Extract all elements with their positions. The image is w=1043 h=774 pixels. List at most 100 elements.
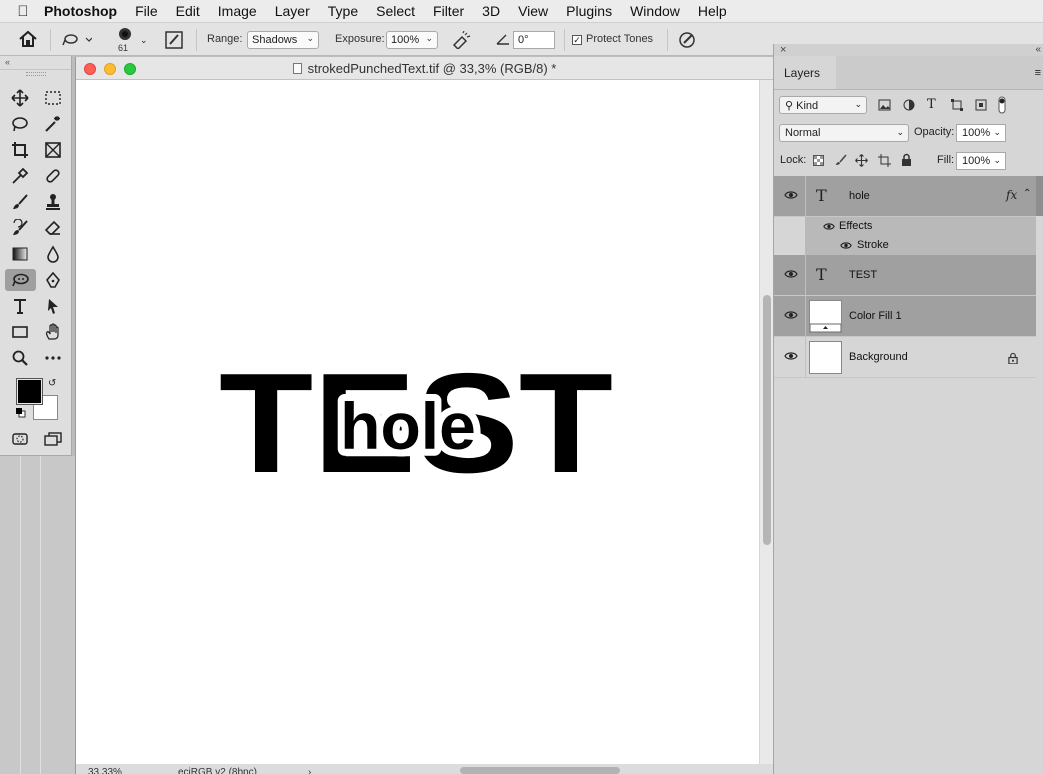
layer-name[interactable]: Color Fill 1	[849, 310, 902, 322]
layer-name[interactable]: Background	[849, 351, 908, 363]
exposure-input[interactable]: 100% ⌄	[386, 31, 438, 49]
opacity-input[interactable]: 100% ⌄	[956, 124, 1006, 142]
filter-shape-icon[interactable]	[951, 99, 963, 114]
filter-smart-object-icon[interactable]	[975, 99, 987, 114]
airbrush-icon[interactable]	[452, 30, 472, 52]
angle-input[interactable]: 0°	[513, 31, 555, 49]
marquee-tool-icon[interactable]	[40, 87, 66, 109]
move-tool-icon[interactable]	[7, 87, 33, 109]
collapse-dock-icon[interactable]: «	[1035, 44, 1041, 55]
filter-adjustment-icon[interactable]	[903, 99, 915, 114]
menu-file[interactable]: File	[126, 3, 167, 19]
fill-input[interactable]: 100% ⌄	[956, 152, 1006, 170]
stroke-visibility-eye-icon[interactable]	[840, 241, 852, 250]
type-tool-icon[interactable]	[7, 295, 33, 317]
panel-menu-icon[interactable]: ≡	[1035, 67, 1041, 79]
visibility-eye-icon[interactable]	[784, 190, 798, 200]
sponge-tool-icon[interactable]	[5, 269, 36, 291]
menu-select[interactable]: Select	[367, 3, 424, 19]
brush-picker-chevron-icon[interactable]: ⌄	[140, 35, 148, 46]
menu-edit[interactable]: Edit	[167, 3, 209, 19]
menu-type[interactable]: Type	[319, 3, 367, 19]
pen-tool-icon[interactable]	[40, 269, 66, 291]
lock-all-icon[interactable]	[901, 153, 912, 169]
visibility-eye-icon[interactable]	[784, 269, 798, 279]
menu-filter[interactable]: Filter	[424, 3, 473, 19]
menu-plugins[interactable]: Plugins	[557, 3, 621, 19]
filter-type-icon[interactable]: T	[927, 97, 936, 112]
zoom-tool-icon[interactable]	[7, 347, 33, 369]
zoom-level[interactable]: 33,33%	[88, 764, 122, 774]
default-colors-icon[interactable]	[16, 408, 26, 418]
protect-tones-checkbox[interactable]: ✓	[572, 35, 582, 45]
apple-menu-icon[interactable]: 	[0, 3, 36, 20]
eyedropper-tool-icon[interactable]	[7, 165, 33, 187]
hand-tool-icon[interactable]	[40, 321, 66, 343]
lock-image-pixels-icon[interactable]	[835, 154, 847, 169]
layer-row-test[interactable]: T TEST	[774, 255, 1036, 296]
minimize-window-icon[interactable]	[104, 63, 116, 75]
gradient-tool-icon[interactable]	[7, 243, 33, 265]
lock-artboard-icon[interactable]	[878, 154, 891, 170]
layer-row-background[interactable]: Background	[774, 337, 1036, 378]
menu-image[interactable]: Image	[209, 3, 266, 19]
brush-tool-icon[interactable]	[7, 191, 33, 213]
healing-brush-tool-icon[interactable]	[40, 165, 66, 187]
filter-pixel-icon[interactable]	[878, 99, 891, 114]
rectangle-tool-icon[interactable]	[7, 321, 33, 343]
stroke-effect-row[interactable]: Stroke	[805, 236, 1036, 255]
more-tools-icon[interactable]	[40, 347, 66, 369]
swap-colors-icon[interactable]: ↺	[48, 378, 56, 389]
collapse-panel-icon[interactable]: «	[0, 56, 71, 70]
lasso-tool-icon[interactable]	[7, 113, 33, 135]
layer-row-hole[interactable]: T hole fx ⌃	[774, 176, 1036, 217]
menu-layer[interactable]: Layer	[266, 3, 319, 19]
close-panel-icon[interactable]: ×	[780, 44, 786, 56]
quick-mask-icon[interactable]	[7, 428, 33, 450]
maximize-window-icon[interactable]	[124, 63, 136, 75]
menu-window[interactable]: Window	[621, 3, 689, 19]
path-selection-tool-icon[interactable]	[40, 295, 66, 317]
effects-visibility-eye-icon[interactable]	[823, 222, 835, 231]
history-brush-tool-icon[interactable]	[7, 217, 33, 239]
lock-transparent-pixels-icon[interactable]	[813, 155, 824, 169]
layers-scrollbar[interactable]	[1036, 176, 1043, 216]
panel-grip[interactable]	[26, 72, 46, 76]
pressure-size-icon[interactable]	[678, 31, 696, 52]
layer-effects-badge[interactable]: fx	[1006, 188, 1017, 202]
tool-preset-picker-icon[interactable]	[62, 32, 93, 51]
home-icon[interactable]	[18, 30, 38, 51]
status-bar-arrow-icon[interactable]: ›	[308, 764, 311, 774]
filter-toggle-icon[interactable]	[998, 96, 1006, 117]
layer-lock-icon[interactable]	[1008, 352, 1018, 364]
effects-row[interactable]: Effects	[805, 217, 1036, 236]
menu-view[interactable]: View	[509, 3, 557, 19]
collapse-effects-icon[interactable]: ⌃	[1023, 188, 1031, 199]
clone-stamp-tool-icon[interactable]	[40, 191, 66, 213]
eraser-tool-icon[interactable]	[40, 217, 66, 239]
layer-name[interactable]: hole	[849, 190, 870, 202]
vertical-scrollbar-thumb[interactable]	[763, 295, 771, 545]
horizontal-scrollbar-thumb[interactable]	[460, 767, 620, 774]
lock-position-icon[interactable]	[855, 154, 868, 170]
close-window-icon[interactable]	[84, 63, 96, 75]
foreground-color-swatch[interactable]	[16, 378, 43, 405]
menu-help[interactable]: Help	[689, 3, 736, 19]
vertical-scrollbar[interactable]	[759, 80, 773, 764]
layer-row-color-fill[interactable]: Color Fill 1	[774, 296, 1036, 337]
tab-layers[interactable]: Layers	[774, 56, 836, 89]
layer-name[interactable]: TEST	[849, 269, 877, 281]
visibility-eye-icon[interactable]	[784, 310, 798, 320]
frame-tool-icon[interactable]	[40, 139, 66, 161]
magic-wand-tool-icon[interactable]	[40, 113, 66, 135]
filter-kind-select[interactable]: ⚲ Kind ⌄	[779, 96, 867, 114]
document-title-bar[interactable]: strokedPunchedText.tif @ 33,3% (RGB/8) *	[76, 57, 773, 80]
brush-settings-icon[interactable]	[165, 31, 183, 52]
blur-tool-icon[interactable]	[40, 243, 66, 265]
crop-tool-icon[interactable]	[7, 139, 33, 161]
range-select[interactable]: Shadows ⌄	[247, 31, 319, 49]
visibility-eye-icon[interactable]	[784, 351, 798, 361]
color-profile-info[interactable]: eciRGB v2 (8bpc)	[178, 764, 257, 774]
screen-mode-icon[interactable]	[40, 428, 66, 450]
blend-mode-select[interactable]: Normal ⌄	[779, 124, 909, 142]
